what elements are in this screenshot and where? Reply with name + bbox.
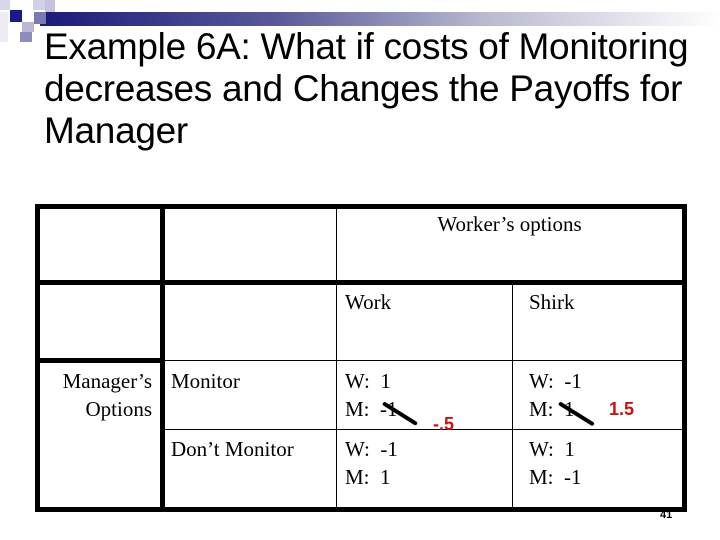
header-gradient-bar <box>40 12 720 26</box>
payoff-cell-monitor-work: W: 1 M: -1 <box>345 369 398 421</box>
table-divider <box>512 282 513 510</box>
table-border-bottom <box>35 507 687 512</box>
column-header-work: Work <box>345 290 392 314</box>
revised-payoff-monitor-work: -.5 <box>433 414 455 434</box>
row-header-monitor: Monitor <box>171 369 240 393</box>
decor-square <box>0 12 8 42</box>
table-border-top <box>35 204 687 209</box>
slide-number: 41 <box>660 509 673 521</box>
table-divider <box>336 204 337 512</box>
table-divider <box>163 429 685 430</box>
column-header-shirk: Shirk <box>529 290 575 314</box>
decor-square <box>34 12 46 24</box>
decor-square <box>10 10 22 22</box>
decor-square <box>45 0 55 12</box>
decor-square <box>33 0 45 10</box>
row-header-dont-monitor: Don’t Monitor <box>171 437 294 461</box>
payoff-cell-dont-monitor-work: W: -1 M: 1 <box>345 437 398 489</box>
decor-square <box>22 22 34 32</box>
revised-payoff-monitor-shirk: 1.5 <box>609 399 635 419</box>
table-divider <box>35 280 687 285</box>
table-divider <box>163 360 685 361</box>
slide-title: Example 6A: What if costs of Monitoring … <box>44 26 689 151</box>
decor-square <box>20 32 32 42</box>
table-border-right <box>682 204 687 512</box>
table-divider <box>35 358 163 363</box>
column-group-header: Worker’s options <box>437 212 582 236</box>
decor-square <box>0 0 10 10</box>
payoff-cell-dont-monitor-shirk: W: 1 M: -1 <box>529 437 582 489</box>
row-group-header: Manager’s Options <box>62 369 152 421</box>
